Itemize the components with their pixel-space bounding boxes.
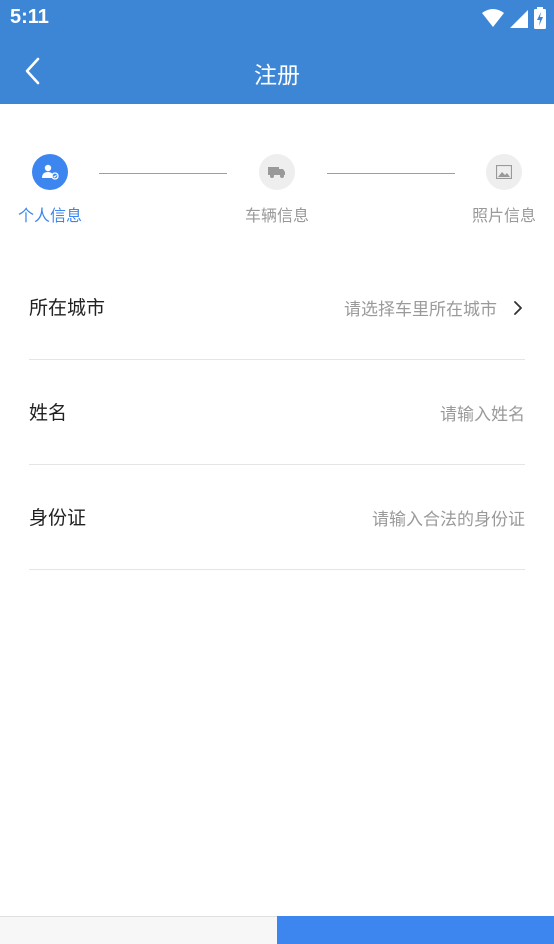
chevron-right-icon — [514, 300, 522, 315]
next-step-button[interactable] — [277, 916, 554, 944]
signal-icon — [510, 10, 528, 28]
person-icon — [32, 154, 68, 190]
step-personal-info: 个人信息 — [0, 154, 100, 226]
id-card-row: 身份证 请输入合法的身份证 — [29, 465, 525, 570]
wifi-icon — [482, 9, 504, 27]
step-photo-info: 照片信息 — [454, 154, 554, 226]
step-connector — [99, 173, 227, 174]
image-icon — [486, 154, 522, 190]
app-bar: 注册 — [0, 38, 554, 104]
city-select-row[interactable]: 所在城市 请选择车里所在城市 — [29, 255, 525, 360]
battery-charging-icon — [534, 7, 546, 29]
step-vehicle-info: 车辆信息 — [227, 154, 327, 226]
name-placeholder: 请输入姓名 — [440, 405, 525, 425]
registration-form: 所在城市 请选择车里所在城市 姓名 请输入姓名 身份证 请输入合法的身份证 — [29, 255, 525, 570]
bottom-action-bar — [0, 916, 554, 944]
status-icons — [482, 7, 546, 29]
name-row: 姓名 请输入姓名 — [29, 360, 525, 465]
step-label: 个人信息 — [17, 206, 82, 225]
status-bar: 5:11 — [0, 0, 554, 38]
step-label: 照片信息 — [471, 206, 536, 225]
registration-stepper: 个人信息 车辆信息 照片信息 — [0, 140, 554, 240]
id-card-input[interactable]: 请输入合法的身份证 — [372, 505, 525, 530]
truck-icon — [259, 154, 295, 190]
id-card-placeholder: 请输入合法的身份证 — [372, 510, 525, 530]
city-select[interactable]: 请选择车里所在城市 — [344, 295, 525, 320]
step-label: 车辆信息 — [244, 206, 309, 225]
city-label: 所在城市 — [29, 297, 106, 319]
status-time: 5:11 — [10, 6, 49, 28]
step-connector — [327, 173, 455, 174]
city-placeholder: 请选择车里所在城市 — [344, 300, 497, 320]
name-label: 姓名 — [29, 402, 68, 424]
id-card-label: 身份证 — [29, 507, 87, 529]
name-input[interactable]: 请输入姓名 — [440, 400, 525, 425]
page-title: 注册 — [254, 63, 300, 89]
secondary-action-button[interactable] — [0, 916, 277, 944]
